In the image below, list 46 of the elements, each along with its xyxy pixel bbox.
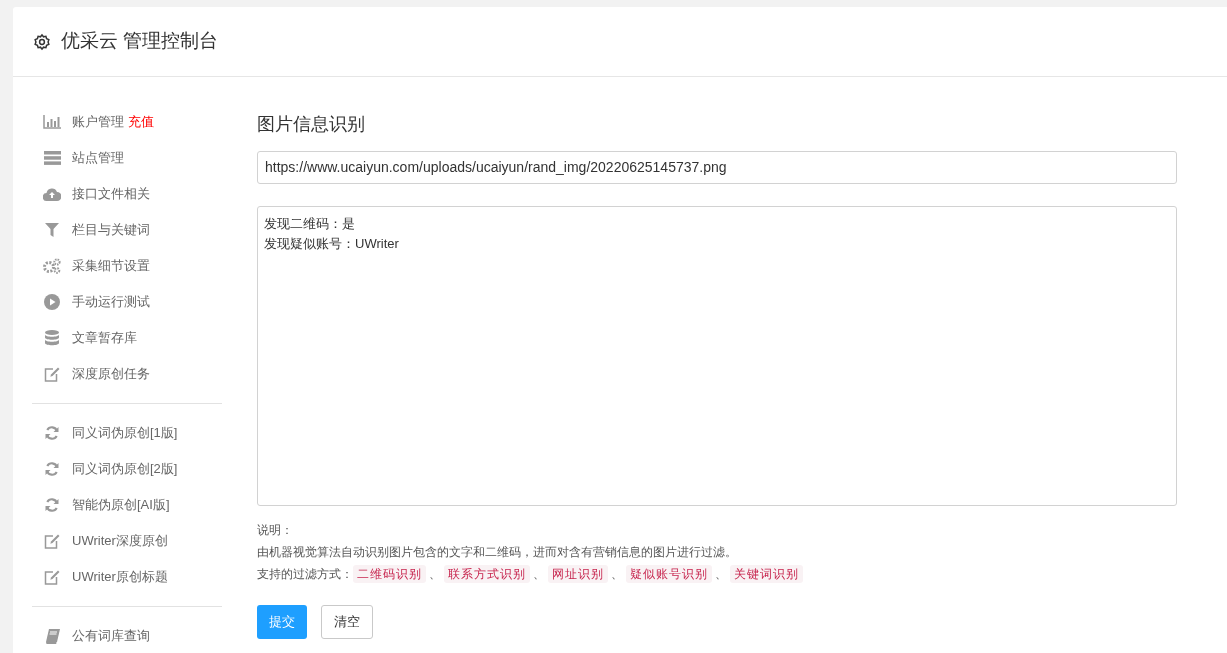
separator: 、 — [532, 566, 546, 583]
sidebar-item[interactable]: 采集细节设置 — [72, 256, 150, 276]
result-field[interactable]: 发现二维码：是 发现疑似账号：UWriter — [257, 206, 1177, 506]
settings-icon — [33, 32, 51, 51]
sidebar-item[interactable]: 栏目与关键词 — [72, 220, 150, 240]
database-icon — [45, 330, 59, 346]
notes-heading: 说明： — [257, 522, 294, 539]
book-icon — [44, 628, 60, 644]
sidebar-item[interactable]: 同义词伪原创[1版] — [72, 423, 178, 443]
sidebar-item[interactable]: 深度原创任务 — [72, 364, 150, 384]
filter-tag: 关键词识别 — [730, 565, 803, 583]
notes-text: 由机器视觉算法自动识别图片包含的文字和二维码，进而对含有营销信息的图片进行过滤。 — [257, 544, 738, 561]
filters-label: 支持的过滤方式： — [257, 566, 353, 583]
sidebar-item[interactable]: 智能伪原创[AI版] — [72, 495, 170, 515]
separator: 、 — [714, 566, 728, 583]
edit-icon — [44, 533, 60, 549]
filter-tag: 联系方式识别 — [444, 565, 530, 583]
sidebar-item[interactable]: 公有词库查询 — [72, 626, 150, 646]
server-icon — [43, 151, 61, 165]
separator: 、 — [610, 566, 624, 583]
filter-tag: 二维码识别 — [353, 565, 426, 583]
recharge-link[interactable]: 充值 — [128, 112, 154, 132]
filter-icon — [45, 223, 59, 237]
edit-icon — [44, 366, 60, 382]
sidebar-item[interactable]: 接口文件相关 — [72, 184, 150, 204]
filter-tag: 网址识别 — [548, 565, 608, 583]
sidebar-item[interactable]: 同义词伪原创[2版] — [72, 459, 178, 479]
separator: 、 — [428, 566, 442, 583]
sidebar-item[interactable]: UWriter深度原创 — [72, 531, 168, 551]
cloud-upload-icon — [43, 187, 61, 201]
url-field[interactable]: https://www.ucaiyun.com/uploads/ucaiyun/rand_img/20220625145737.png — [257, 151, 1177, 184]
sidebar-item[interactable]: 站点管理 — [72, 148, 124, 168]
refresh-icon — [45, 426, 59, 440]
refresh-icon — [45, 462, 59, 476]
sidebar-item[interactable]: 手动运行测试 — [72, 292, 150, 312]
sidebar-item[interactable]: 文章暂存库 — [72, 328, 137, 348]
bar-chart-icon — [43, 115, 61, 129]
sidebar-item[interactable]: UWriter原创标题 — [72, 567, 168, 587]
section-title: 图片信息识别 — [257, 113, 366, 136]
edit-icon — [44, 569, 60, 585]
sidebar-item[interactable]: 账户管理 — [72, 112, 124, 132]
console-title: 优采云 管理控制台 — [61, 29, 219, 54]
refresh-icon — [45, 498, 59, 512]
clear-button[interactable]: 清空 — [321, 605, 373, 639]
filter-tag: 疑似账号识别 — [626, 565, 712, 583]
play-circle-icon — [44, 294, 60, 310]
